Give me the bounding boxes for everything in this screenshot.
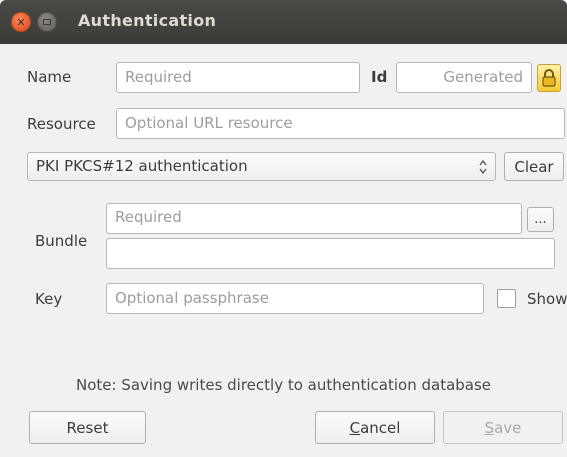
id-label: Id — [371, 68, 388, 86]
key-placeholder: Optional passphrase — [115, 289, 269, 307]
window-title: Authentication — [78, 11, 217, 30]
auth-method-select[interactable]: PKI PKCS#12 authentication — [27, 152, 496, 181]
save-mnemonic: S — [484, 418, 495, 437]
close-icon[interactable]: ✕ — [11, 12, 31, 32]
cancel-button[interactable]: Cancel — [315, 411, 435, 444]
save-rest: ave — [494, 418, 522, 437]
reset-button[interactable]: Reset — [29, 411, 146, 444]
show-checkbox[interactable] — [497, 289, 516, 308]
auth-method-value: PKI PKCS#12 authentication — [36, 157, 248, 175]
note-text: Note: Saving writes directly to authenti… — [75, 376, 492, 394]
bundle-placeholder: Required — [115, 208, 182, 226]
bundle-input[interactable]: Required — [106, 203, 522, 234]
show-label: Show — [527, 290, 567, 308]
key-label: Key — [35, 290, 63, 308]
resource-input[interactable]: Optional URL resource — [116, 108, 565, 139]
cancel-mnemonic: C — [349, 418, 361, 437]
minimize-icon[interactable] — [37, 12, 57, 32]
bundle-label: Bundle — [35, 232, 88, 250]
resource-placeholder: Optional URL resource — [125, 114, 293, 132]
name-label: Name — [27, 68, 72, 86]
name-placeholder: Required — [125, 68, 192, 86]
id-input[interactable]: Generated — [396, 62, 532, 93]
browse-button[interactable]: ... — [527, 207, 554, 232]
key-input[interactable]: Optional passphrase — [106, 283, 484, 314]
resource-label: Resource — [27, 115, 96, 133]
up-down-arrows-icon — [479, 159, 487, 175]
bundle-secondary-input[interactable] — [106, 238, 555, 269]
name-input[interactable]: Required — [116, 62, 360, 93]
id-placeholder: Generated — [443, 68, 523, 86]
clear-button[interactable]: Clear — [504, 152, 564, 181]
lock-icon[interactable] — [537, 64, 561, 92]
save-button[interactable]: Save — [443, 411, 563, 444]
cancel-rest: ancel — [360, 418, 401, 437]
